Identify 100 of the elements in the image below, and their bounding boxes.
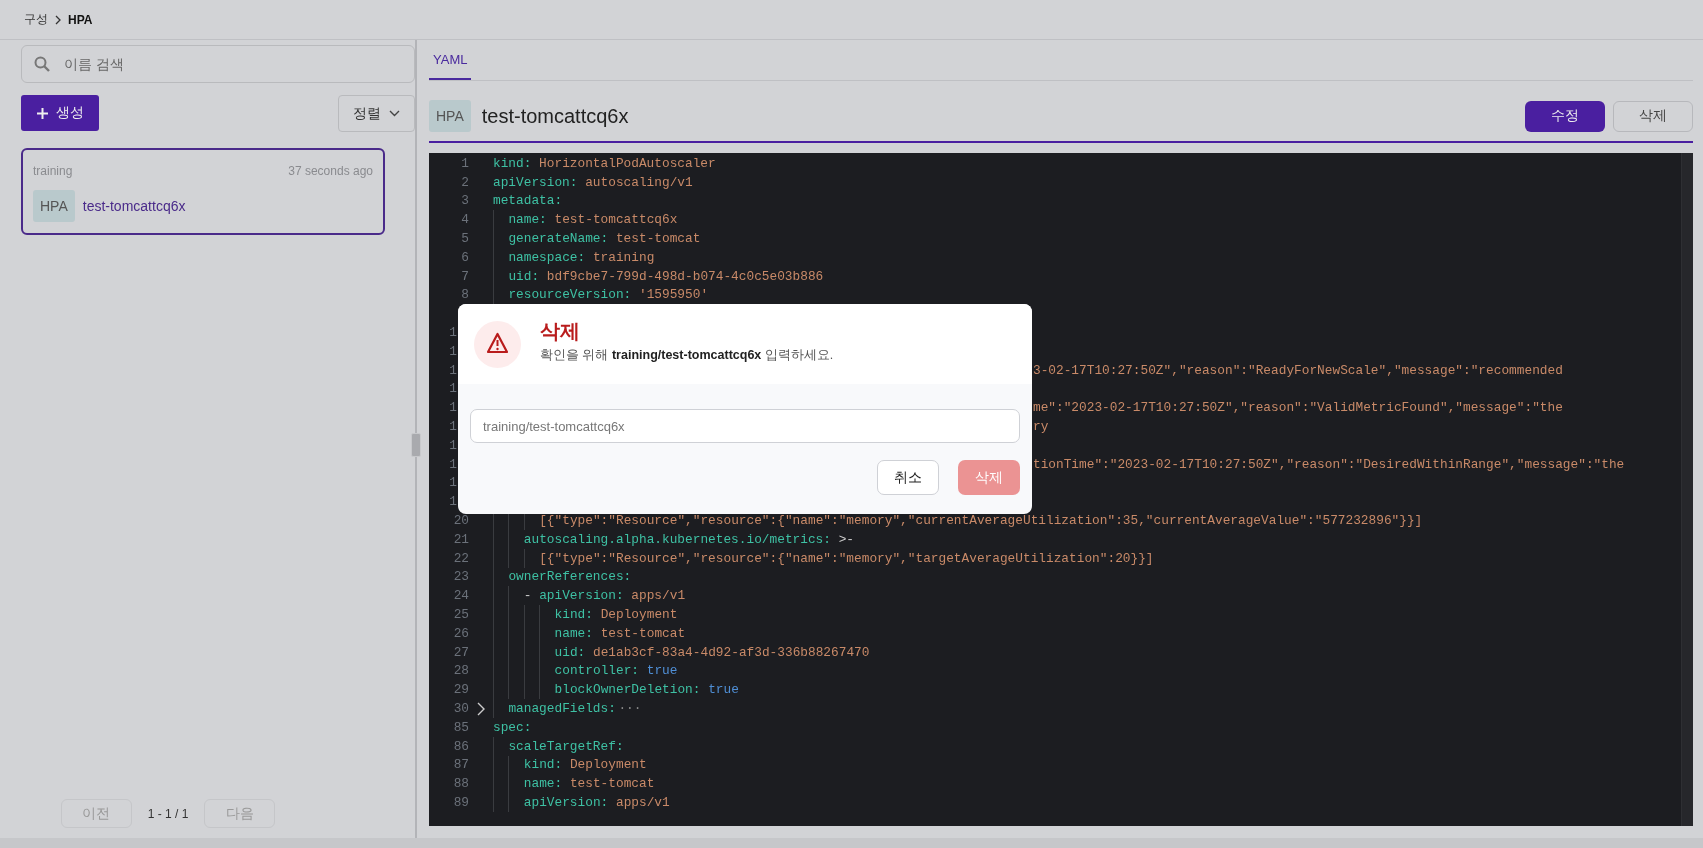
line-number: 5 bbox=[460, 231, 469, 247]
list-dash: - bbox=[523, 588, 532, 604]
line-number: 24 bbox=[452, 588, 469, 604]
search-icon bbox=[34, 56, 50, 72]
yaml-value: apps/v1 bbox=[631, 588, 686, 604]
code-text: tionTime":"2023-02-17T10:27:50Z","reason":"DesiredWithinRange","message":"the bbox=[1032, 456, 1625, 472]
yaml-value: test-tomcattcq6x bbox=[554, 212, 678, 228]
yaml-value: training bbox=[592, 249, 655, 265]
yaml-key: metadata: bbox=[493, 193, 563, 209]
yaml-key: name: bbox=[523, 776, 563, 792]
warning-icon bbox=[474, 320, 521, 368]
line-number: 20 bbox=[452, 513, 469, 529]
dialog-title: 삭제 bbox=[540, 319, 581, 344]
line-number: 1 bbox=[448, 456, 458, 472]
breadcrumb-item[interactable]: 구성 bbox=[24, 11, 48, 28]
line-number: 4 bbox=[460, 212, 469, 228]
line-number: 23 bbox=[452, 569, 469, 585]
line-number: 1 bbox=[448, 437, 458, 453]
sort-button[interactable]: 정렬 bbox=[338, 95, 415, 132]
chevron-icon bbox=[54, 14, 62, 25]
chevron-icon[interactable] bbox=[476, 701, 486, 716]
yaml-value: >- bbox=[838, 531, 854, 547]
yaml-key: ownerReferences: bbox=[508, 569, 632, 585]
delete-button[interactable]: 삭제 bbox=[1613, 100, 1693, 132]
yaml-key: resourceVersion: bbox=[508, 287, 632, 303]
namespace-label: training bbox=[33, 164, 73, 178]
yaml-key: controller: bbox=[554, 663, 640, 679]
yaml-value: true bbox=[646, 663, 678, 679]
line-number: 26 bbox=[452, 625, 469, 641]
line-number: 6 bbox=[460, 249, 469, 265]
yaml-key: namespace: bbox=[508, 249, 586, 265]
line-number: 21 bbox=[452, 531, 469, 547]
yaml-value: [{"type":"Resource","resource":{"name":"memory","currentAverageUtilization":35,"currentAverageValue":"577232896"}}] bbox=[539, 513, 1423, 529]
chevron-down-icon bbox=[389, 110, 400, 117]
folded-ellipsis[interactable]: ··· bbox=[617, 701, 642, 716]
code-text: ry bbox=[1032, 419, 1049, 435]
yaml-key: blockOwnerDeletion: bbox=[554, 682, 701, 698]
kind-badge: HPA bbox=[429, 100, 471, 132]
line-number: 1 bbox=[448, 475, 458, 491]
yaml-value: Deployment bbox=[600, 607, 678, 622]
line-number: 27 bbox=[452, 644, 469, 660]
yaml-key: autoscaling.alpha.kubernetes.io/metrics: bbox=[523, 531, 831, 547]
line-number: 1 bbox=[448, 325, 458, 341]
line-number: 1 bbox=[448, 400, 458, 416]
yaml-value: de1ab3cf-83a4-4d92-af3d-336b88267470 bbox=[592, 644, 870, 660]
breadcrumb-item[interactable]: HPA bbox=[68, 12, 93, 27]
yaml-value: bdf9cbe7-799d-498d-b074-4c0c5e03b886 bbox=[546, 268, 824, 284]
code-text: me":"2023-02-17T10:27:50Z","reason":"ValidMetricFound","message":"the bbox=[1032, 400, 1563, 416]
dialog-message: 확인을 위해 training/test-tomcattcq6x 입력하세요. bbox=[540, 347, 834, 364]
age-label: 37 seconds ago bbox=[288, 164, 373, 178]
tab[interactable]: YAML bbox=[429, 40, 472, 80]
yaml-value: test-tomcat bbox=[569, 776, 655, 792]
yaml-key: apiVersion: bbox=[523, 795, 609, 810]
yaml-value: Deployment bbox=[569, 757, 647, 773]
yaml-value: '1595950' bbox=[638, 287, 709, 303]
line-number: 1 bbox=[448, 343, 458, 359]
search-field[interactable]: 이름 검색 bbox=[21, 45, 415, 83]
line-number: 1 bbox=[460, 155, 469, 171]
line-number: 29 bbox=[452, 682, 469, 698]
yaml-key: name: bbox=[554, 625, 593, 641]
yaml-key: generateName: bbox=[508, 231, 609, 247]
search-input[interactable]: 이름 검색 bbox=[62, 55, 402, 73]
yaml-key: name: bbox=[508, 212, 547, 228]
resource-name: test-tomcattcq6x bbox=[82, 198, 186, 214]
yaml-key: spec: bbox=[493, 719, 532, 735]
cancel-button[interactable]: 취소 bbox=[877, 460, 939, 495]
line-number: 22 bbox=[452, 550, 469, 566]
resource-card[interactable]: training 37 seconds ago HPA test-tomcattcq6x bbox=[21, 148, 385, 235]
line-number: 3 bbox=[460, 193, 469, 209]
yaml-key: uid: bbox=[508, 268, 540, 284]
yaml-key: uid: bbox=[554, 644, 586, 660]
scrollbar[interactable] bbox=[1681, 153, 1693, 826]
resize-handle[interactable] bbox=[411, 433, 421, 457]
page-range: 1 - 1 / 1 bbox=[147, 806, 189, 821]
yaml-key: kind: bbox=[523, 757, 563, 773]
line-number: 85 bbox=[452, 719, 469, 735]
plus-icon bbox=[36, 107, 48, 119]
yaml-key: scaleTargetRef: bbox=[508, 738, 624, 754]
line-number: 25 bbox=[452, 607, 469, 622]
yaml-key: apiVersion: bbox=[539, 588, 624, 604]
line-number: 86 bbox=[452, 738, 469, 754]
yaml-key: kind: bbox=[493, 155, 532, 171]
line-number: 8 bbox=[460, 287, 469, 303]
line-number: 7 bbox=[460, 268, 469, 284]
line-number: 1 bbox=[448, 362, 458, 378]
yaml-value: HorizontalPodAutoscaler bbox=[539, 155, 716, 171]
create-button[interactable]: 생성 bbox=[21, 95, 99, 131]
code-text: 3-02-17T10:27:50Z","reason":"ReadyForNewScale","message":"recommended bbox=[1032, 362, 1563, 378]
line-number: 28 bbox=[452, 663, 469, 679]
yaml-value: autoscaling/v1 bbox=[585, 174, 693, 190]
yaml-key: apiVersion: bbox=[493, 174, 578, 190]
line-number: 88 bbox=[452, 776, 469, 792]
yaml-value: [{"type":"Resource","resource":{"name":"memory","targetAverageUtilization":20}}] bbox=[539, 550, 1154, 566]
line-number: 30 bbox=[452, 701, 469, 716]
yaml-key: kind: bbox=[554, 607, 593, 622]
yaml-key: managedFields: bbox=[508, 701, 616, 716]
line-number: 89 bbox=[452, 795, 469, 810]
line-number: 1 bbox=[448, 419, 458, 435]
edit-button[interactable]: 수정 bbox=[1525, 100, 1605, 132]
confirm-input[interactable]: training/test-tomcattcq6x bbox=[470, 409, 1020, 443]
